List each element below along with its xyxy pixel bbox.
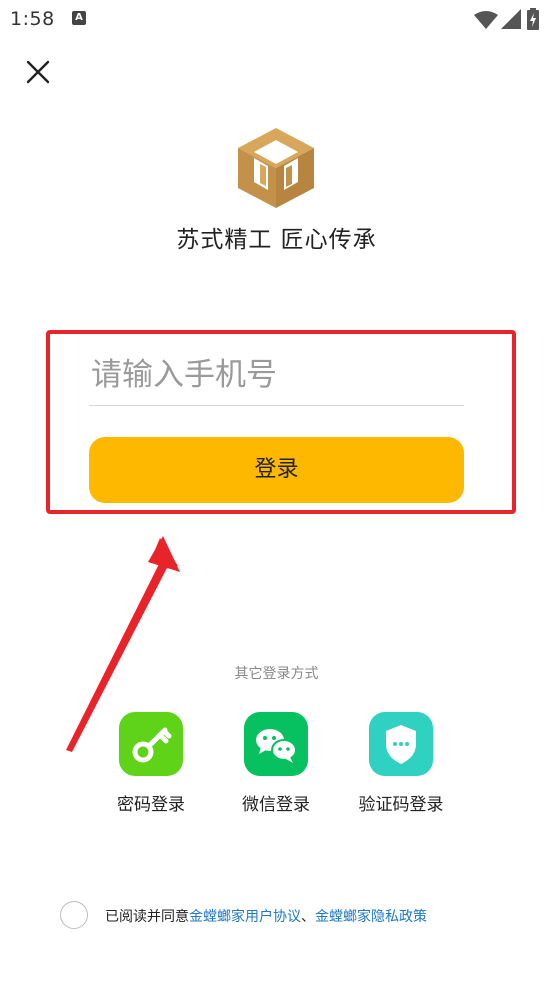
agreement-separator: 、	[301, 909, 315, 925]
wechat-login-label: 微信登录	[242, 795, 310, 815]
wifi-icon	[474, 11, 498, 29]
phone-input[interactable]	[89, 345, 464, 405]
notification-icon: A	[72, 11, 86, 25]
status-bar: 1:58 A	[0, 0, 553, 38]
wechat-login-tile	[244, 712, 308, 776]
close-icon[interactable]	[24, 58, 52, 86]
password-login-label: 密码登录	[117, 795, 185, 815]
user-agreement-link[interactable]: 金螳螂家用户协议	[189, 909, 301, 925]
brand-slogan: 苏式精工 匠心传承	[176, 227, 377, 253]
sms-code-login-label: 验证码登录	[358, 795, 444, 815]
status-time: 1:58	[10, 8, 55, 30]
wechat-login-button[interactable]: 微信登录	[221, 712, 331, 815]
battery-icon	[527, 8, 539, 30]
password-login-button[interactable]: 密码登录	[96, 712, 206, 815]
agreement-text: 已阅读并同意金螳螂家用户协议、金螳螂家隐私政策	[105, 906, 427, 926]
sms-code-login-tile	[369, 712, 433, 776]
password-login-tile	[119, 712, 183, 776]
key-icon	[132, 727, 172, 763]
agreement-prefix: 已阅读并同意	[105, 909, 189, 925]
notification-icon-letter: A	[75, 12, 83, 23]
input-underline	[89, 405, 464, 406]
shield-message-icon	[386, 725, 416, 764]
privacy-policy-link[interactable]: 金螳螂家隐私政策	[315, 909, 427, 925]
signal-icon	[501, 9, 521, 29]
login-button[interactable]: 登录	[89, 437, 464, 503]
sms-code-login-button[interactable]: 验证码登录	[346, 712, 456, 815]
brand-logo	[238, 128, 314, 208]
wechat-icon	[256, 729, 297, 763]
other-login-label: 其它登录方式	[234, 666, 319, 682]
agreement-checkbox[interactable]	[60, 901, 88, 929]
